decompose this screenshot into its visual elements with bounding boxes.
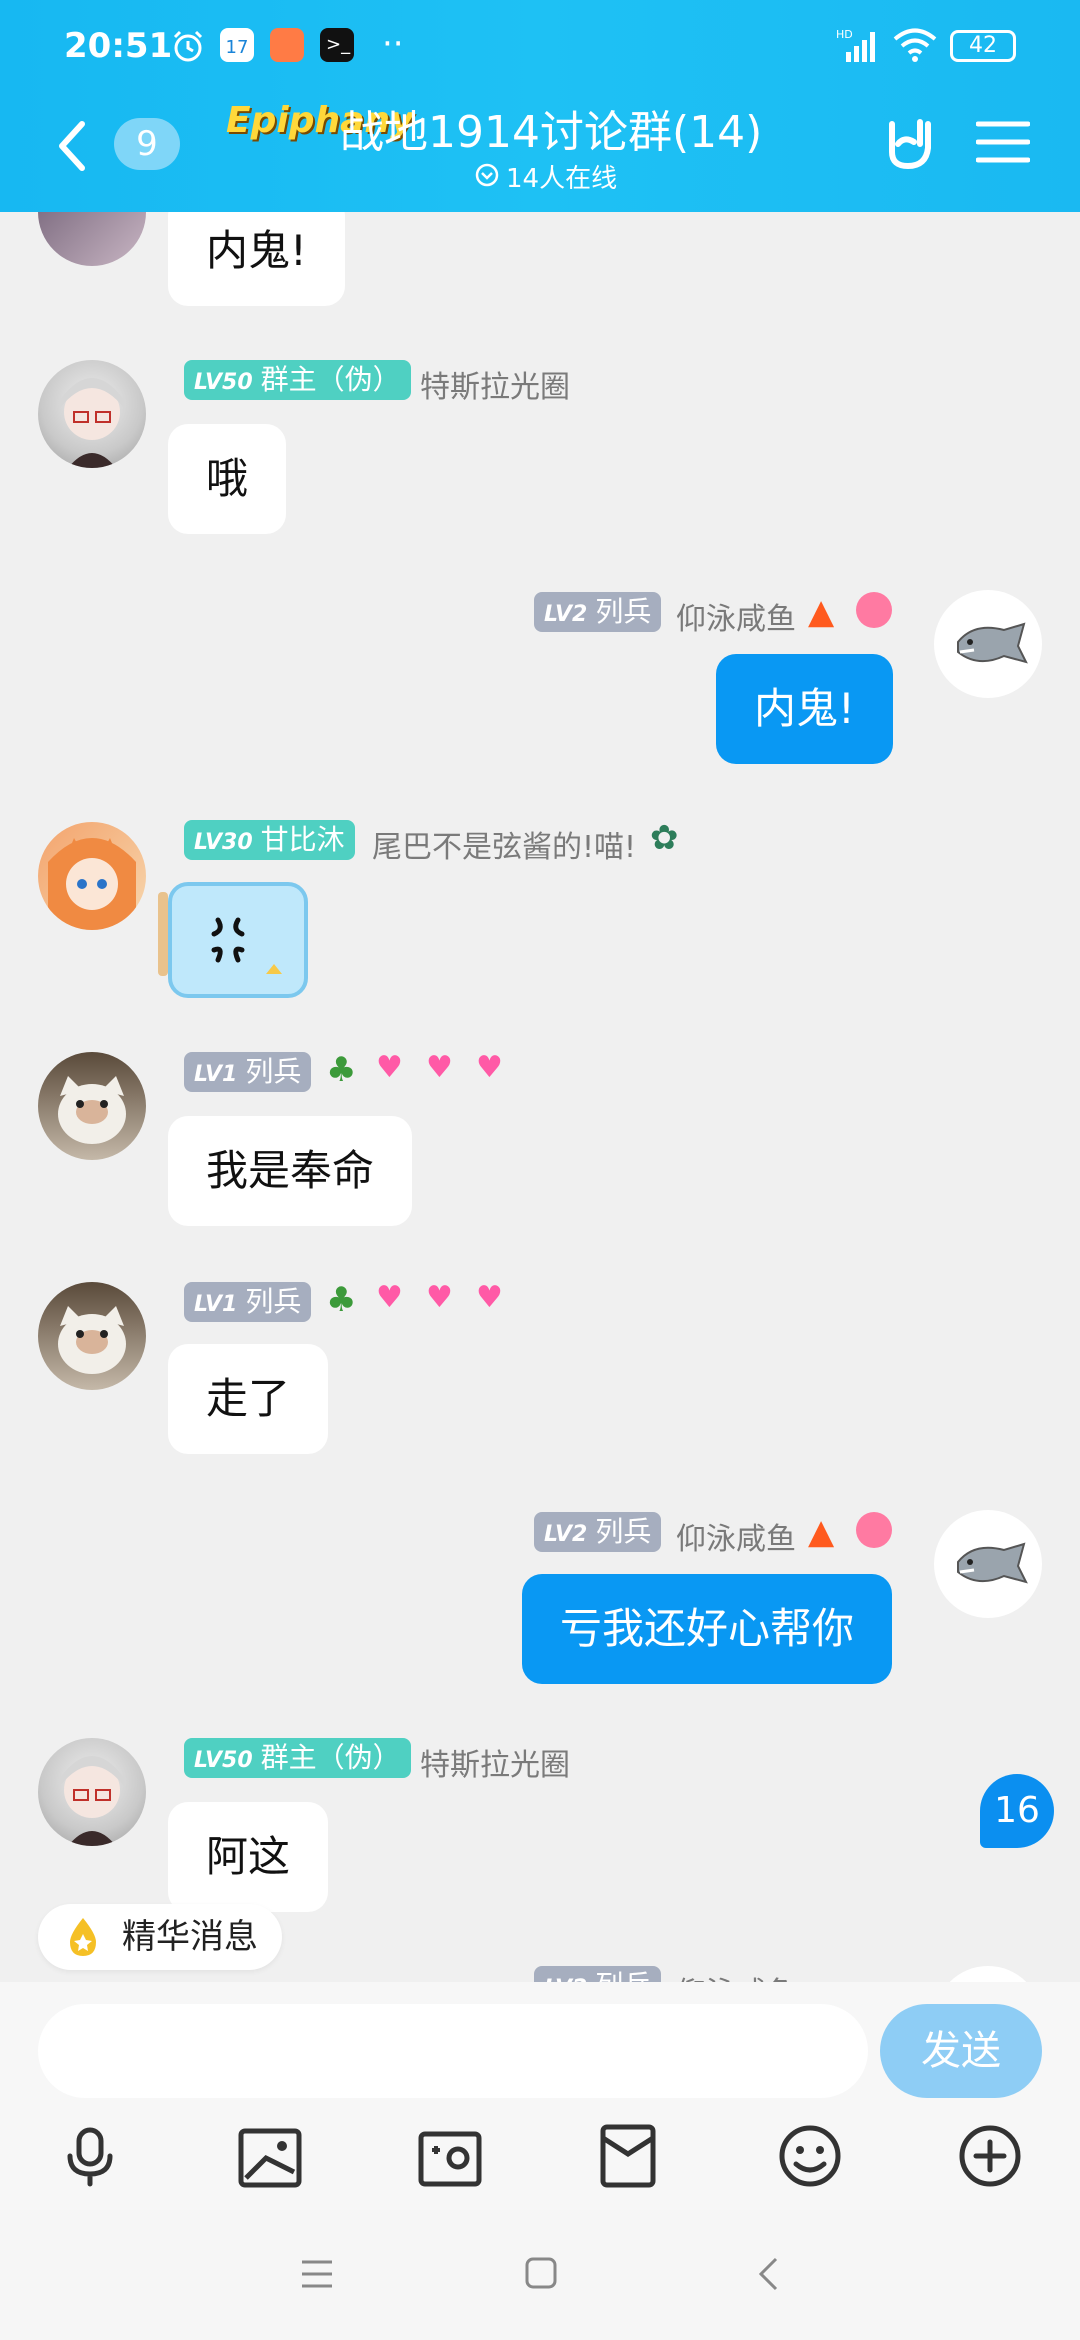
unread-count-badge[interactable]: 9 (114, 118, 180, 170)
terminal-icon: >_ (320, 28, 354, 62)
send-button[interactable]: 发送 (880, 2004, 1042, 2098)
new-message-count-badge[interactable]: 16 (980, 1774, 1054, 1848)
message-list[interactable]: 内鬼! LV50 群主（伪） 特斯拉光圈 哦 LV2 列兵 仰泳咸鱼 ▲ 内鬼! L… (0, 212, 1080, 1982)
level-tag: LV1 列兵 (184, 1282, 312, 1322)
heart-icon: ♥ (426, 1280, 453, 1315)
avatar[interactable] (38, 1738, 146, 1846)
level-tag: LV30 甘比沐 (184, 820, 355, 860)
fire-icon: ▲ (808, 592, 835, 632)
heart-icon: ♥ (376, 1280, 403, 1315)
heart-icon: ♥ (426, 1050, 453, 1085)
message-input[interactable] (38, 2004, 868, 2098)
red-packet-icon[interactable] (600, 2124, 660, 2188)
back-button[interactable] (54, 118, 90, 178)
status-time: 20:51 (64, 26, 173, 66)
message-bubble[interactable]: 内鬼! (168, 212, 345, 306)
level-tag: LV50 群主（伪） (184, 360, 411, 400)
message-bubble[interactable]: 亏我还好心帮你 (522, 1574, 893, 1684)
more-notifications-icon: ·· (382, 24, 404, 64)
recent-apps-icon[interactable] (300, 2258, 334, 2294)
clover-icon: ♣ (326, 1280, 357, 1320)
avatar[interactable] (38, 1052, 146, 1160)
essence-messages-button[interactable]: 精华消息 (38, 1904, 282, 1970)
group-title[interactable]: 战地1914讨论群(14) (340, 96, 762, 160)
battery-icon: 42 (950, 30, 1016, 62)
svg-text:HD: HD (836, 28, 853, 41)
sender-nickname[interactable]: 仰泳咸鱼 (676, 1968, 796, 1982)
plus-icon[interactable] (958, 2124, 1021, 2187)
message-bubble[interactable]: 我是奉命 (168, 1116, 413, 1226)
calendar-icon: 17 (220, 28, 254, 62)
essence-label: 精华消息 (122, 1917, 258, 1957)
fire-icon: ▲ (808, 1512, 835, 1552)
signal-icon: HD (836, 28, 882, 68)
message-bubble[interactable]: 内鬼! (716, 654, 893, 764)
avatar[interactable] (38, 822, 146, 930)
level-tag: LV50 群主（伪） (184, 1738, 411, 1778)
avatar[interactable] (38, 212, 146, 266)
microphone-icon[interactable] (60, 2126, 120, 2187)
sender-nickname[interactable]: 仰泳咸鱼 (676, 1514, 796, 1558)
chat-header: 20:51 17 >_ ·· HD 42 9 Epiphany 战地1914讨论… (0, 0, 1080, 212)
menu-icon[interactable] (975, 118, 1031, 170)
message-bubble[interactable]: 阿这 (168, 1802, 329, 1912)
avatar[interactable] (934, 1510, 1042, 1618)
avatar[interactable] (38, 1282, 146, 1390)
system-nav-bar (0, 2210, 1080, 2340)
message-bubble[interactable]: 走了 (168, 1344, 329, 1454)
wifi-icon (892, 26, 938, 68)
essence-icon (62, 1916, 104, 1962)
rock-hand-icon[interactable] (884, 116, 936, 176)
heart-icon: ♥ (376, 1050, 403, 1085)
sender-nickname[interactable]: 特斯拉光圈 (420, 1740, 570, 1784)
mi-store-icon (270, 28, 304, 62)
dragon-badge-icon: ✿ (650, 818, 679, 858)
sender-nickname[interactable]: 尾巴不是弦酱的!喵! (372, 822, 636, 866)
emoji-icon[interactable] (778, 2124, 841, 2187)
online-check-icon (474, 162, 500, 192)
sender-nickname[interactable]: 仰泳咸鱼 (676, 594, 796, 638)
home-icon[interactable] (524, 2256, 558, 2294)
level-tag: LV2列兵 (534, 1512, 662, 1552)
smile-badge-icon (856, 1512, 892, 1548)
avatar[interactable] (934, 590, 1042, 698)
level-tag: LV1 列兵 (184, 1052, 312, 1092)
clover-icon: ♣ (326, 1050, 357, 1090)
smile-badge-icon (856, 592, 892, 628)
image-icon[interactable] (238, 2128, 302, 2188)
online-count: 14人在线 (506, 164, 618, 194)
back-nav-icon[interactable] (756, 2256, 780, 2296)
avatar[interactable] (934, 1966, 1042, 1982)
heart-icon: ♥ (476, 1050, 503, 1085)
heart-icon: ♥ (476, 1280, 503, 1315)
message-bubble[interactable]: 哦 (168, 424, 287, 534)
sender-nickname[interactable]: 特斯拉光圈 (420, 362, 570, 406)
camera-icon[interactable] (418, 2128, 482, 2188)
alarm-icon (170, 28, 206, 68)
anger-sticker[interactable] (158, 880, 310, 1000)
level-tag: LV2列兵 (534, 1966, 662, 1982)
level-tag: LV2列兵 (534, 592, 662, 632)
avatar[interactable] (38, 360, 146, 468)
input-bar: 发送 (0, 1982, 1080, 2210)
